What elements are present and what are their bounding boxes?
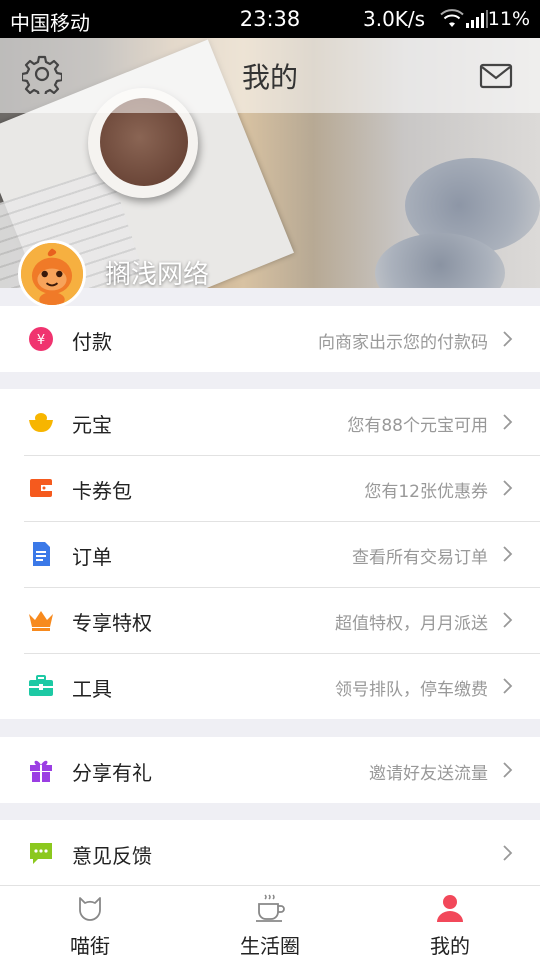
menu-item-label: 分享有礼 <box>72 761 152 785</box>
menu-group-share: 分享有礼 邀请好友送流量 <box>0 737 540 803</box>
tab-mine[interactable]: 我的 <box>360 886 540 960</box>
toolbox-icon <box>29 675 53 696</box>
payment-icon: ¥ <box>29 327 53 351</box>
wifi-icon <box>440 9 464 27</box>
chevron-right-icon <box>503 414 513 430</box>
crown-icon <box>29 611 53 631</box>
tab-label: 生活圈 <box>240 934 300 958</box>
menu-item-privileges[interactable]: 专享特权 超值特权，月月派送 <box>0 587 540 653</box>
tab-life-circle[interactable]: 生活圈 <box>180 886 360 960</box>
signal-icon <box>466 10 488 28</box>
mascot-avatar-icon <box>21 243 83 305</box>
svg-text:¥: ¥ <box>37 333 45 348</box>
menu-group-feedback: 意见反馈 <box>0 820 540 886</box>
menu-group-payment: ¥ 付款 向商家出示您的付款码 <box>0 306 540 372</box>
coffee-icon <box>256 894 285 922</box>
menu-item-share[interactable]: 分享有礼 邀请好友送流量 <box>0 737 540 803</box>
network-speed: 3.0K/s <box>363 7 426 31</box>
cat-icon <box>79 897 101 921</box>
menu-item-label: 工具 <box>72 677 112 701</box>
document-icon <box>33 542 50 566</box>
person-icon <box>437 895 463 922</box>
ingot-icon <box>29 413 53 432</box>
chevron-right-icon <box>503 480 513 496</box>
profile-header: 我的 搁浅网络 <box>0 38 540 288</box>
bottom-tab-bar: 喵街 生活圈 我的 <box>0 885 540 960</box>
menu-item-label: 卡券包 <box>72 479 132 503</box>
mail-icon[interactable] <box>478 58 514 94</box>
page-title: 我的 <box>241 61 298 94</box>
menu-item-orders[interactable]: 订单 查看所有交易订单 <box>0 521 540 587</box>
tab-label: 喵街 <box>70 934 110 958</box>
menu-item-hint: 查看所有交易订单 <box>352 548 488 568</box>
menu-item-label: 专享特权 <box>72 611 152 635</box>
status-bar: 中国移动 23:38 3.0K/s 11% <box>0 0 540 38</box>
menu-item-hint: 向商家出示您的付款码 <box>318 333 488 353</box>
menu-item-hint: 您有88个元宝可用 <box>347 416 488 436</box>
menu-item-label: 订单 <box>72 545 112 569</box>
battery-level: 11% <box>487 8 530 30</box>
menu-item-hint: 您有12张优惠券 <box>364 482 488 502</box>
tab-miaojie[interactable]: 喵街 <box>0 886 180 960</box>
chevron-right-icon <box>503 612 513 628</box>
gift-icon <box>30 760 52 782</box>
menu-item-label: 意见反馈 <box>72 844 152 868</box>
menu-item-hint: 超值特权，月月派送 <box>335 614 488 634</box>
chevron-right-icon <box>503 678 513 694</box>
menu-item-feedback[interactable]: 意见反馈 <box>0 820 540 886</box>
menu-item-coupons[interactable]: 卡券包 您有12张优惠券 <box>0 455 540 521</box>
username: 搁浅网络 <box>105 260 210 288</box>
chevron-right-icon <box>503 546 513 562</box>
chevron-right-icon <box>503 762 513 778</box>
avatar[interactable] <box>18 240 86 308</box>
menu-item-label: 付款 <box>72 330 112 354</box>
menu-item-label: 元宝 <box>72 413 112 437</box>
chevron-right-icon <box>503 845 513 861</box>
wallet-icon <box>30 479 52 497</box>
menu-item-payment[interactable]: ¥ 付款 向商家出示您的付款码 <box>0 306 540 372</box>
feedback-icon <box>30 843 52 864</box>
menu-item-hint: 领号排队，停车缴费 <box>335 680 488 700</box>
menu-item-tools[interactable]: 工具 领号排队，停车缴费 <box>0 653 540 719</box>
tab-label: 我的 <box>430 934 470 958</box>
menu-item-hint: 邀请好友送流量 <box>369 764 488 784</box>
chevron-right-icon <box>503 331 513 347</box>
menu-group-wallet: 元宝 您有88个元宝可用 卡券包 您有12张优惠券 订单 查看所有交易订单 专享… <box>0 389 540 719</box>
menu-item-ingots[interactable]: 元宝 您有88个元宝可用 <box>0 389 540 455</box>
